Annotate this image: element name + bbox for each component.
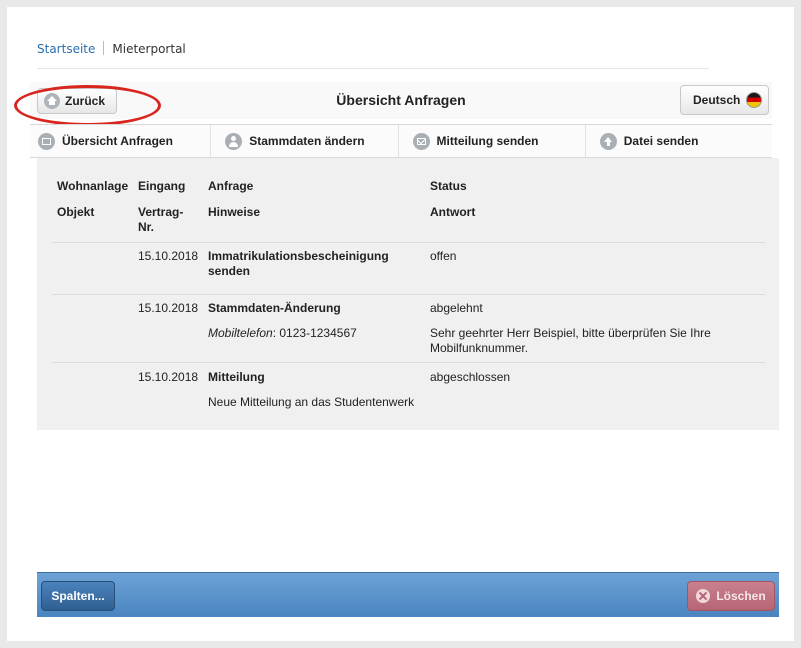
header-bar: Zurück Übersicht Anfragen Deutsch <box>30 82 772 119</box>
received-date: 15.10.2018 <box>138 249 199 263</box>
column-header-request: Anfrage <box>208 179 254 193</box>
request-answer: Sehr geehrter Herr Beispiel, bitte überp… <box>430 326 711 355</box>
request-status: abgeschlossen <box>430 370 511 384</box>
breadcrumb-current: Mieterportal <box>112 42 186 56</box>
german-flag-icon <box>746 92 763 108</box>
breadcrumb-home-link[interactable]: Startseite <box>37 42 95 56</box>
column-header-notes: Hinweise <box>208 205 261 219</box>
upload-icon <box>599 132 617 150</box>
tab-change-master-data[interactable]: Stammdaten ändern <box>210 125 397 157</box>
requests-table: Wohnanlage Eingang Anfrage Status Objekt… <box>37 158 779 430</box>
tab-label: Datei senden <box>623 134 699 148</box>
tab-send-message[interactable]: Mitteilung senden <box>397 125 585 157</box>
column-header-received: Eingang <box>138 179 186 193</box>
column-header-answer: Antwort <box>430 205 476 219</box>
column-header-contract-no: Vertrag- Nr. <box>138 205 184 234</box>
request-status: abgelehnt <box>430 301 483 315</box>
row-divider <box>52 294 765 295</box>
request-note: Mobiltelefon: 0123-1234567 <box>208 326 398 341</box>
received-date: 15.10.2018 <box>138 301 199 315</box>
calendar-icon <box>38 132 55 150</box>
row-divider <box>52 362 765 363</box>
columns-button[interactable]: Spalten... <box>41 581 115 611</box>
nav-tabs: Übersicht Anfragen Stammdaten ändern Mit… <box>30 124 772 158</box>
request-note-label: Mobiltelefon <box>208 326 273 340</box>
delete-button[interactable]: Löschen <box>687 581 775 611</box>
mail-icon <box>412 132 430 150</box>
close-icon <box>696 589 711 603</box>
request-status: offen <box>430 249 457 263</box>
tab-send-file[interactable]: Datei senden <box>584 125 772 157</box>
column-header-status: Status <box>430 179 467 193</box>
footer-toolbar: Spalten... Löschen <box>37 572 779 617</box>
request-title: Mitteilung <box>208 370 265 384</box>
breadcrumb-separator <box>103 41 105 55</box>
tab-label: Übersicht Anfragen <box>62 134 173 148</box>
page-title: Übersicht Anfragen <box>336 92 466 108</box>
language-label: Deutsch <box>693 93 741 107</box>
request-note-value: : 0123-1234567 <box>272 326 357 340</box>
tab-overview-requests[interactable]: Übersicht Anfragen <box>30 125 210 157</box>
row-divider <box>52 242 765 243</box>
breadcrumb: Startseite Mieterportal <box>37 41 709 69</box>
tab-label: Mitteilung senden <box>436 134 539 148</box>
language-button[interactable]: Deutsch <box>680 85 769 115</box>
user-icon <box>225 132 243 150</box>
column-header-object: Objekt <box>57 205 95 219</box>
request-note: Neue Mitteilung an das Studentenwerk <box>208 395 415 409</box>
column-header-residence: Wohnanlage <box>57 179 129 193</box>
request-title: Immatrikulationsbescheinigung senden <box>208 249 389 278</box>
delete-button-label: Löschen <box>716 589 766 603</box>
tab-label: Stammdaten ändern <box>249 134 365 148</box>
received-date: 15.10.2018 <box>138 370 199 384</box>
request-title: Stammdaten-Änderung <box>208 301 341 315</box>
